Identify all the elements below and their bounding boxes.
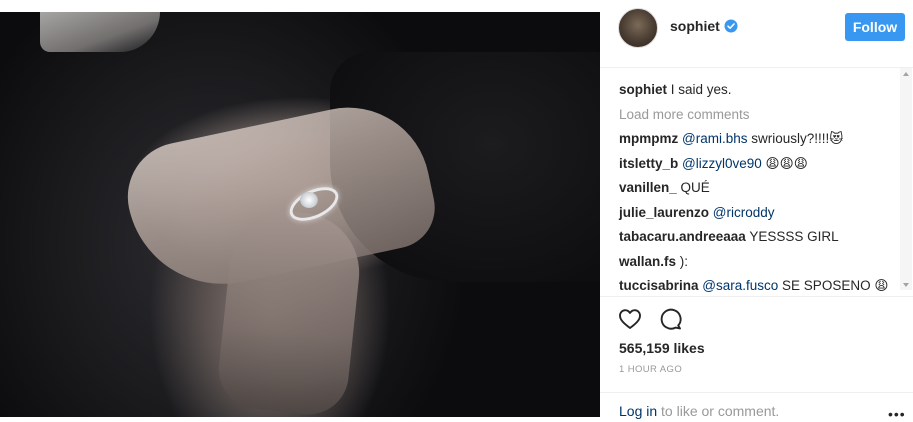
comment-username[interactable]: tuccisabrina xyxy=(619,278,699,293)
comment-text: ): xyxy=(679,253,689,269)
post-side-panel: sophiet Follow sophiet I said yes. Load … xyxy=(600,0,913,422)
load-more-comments[interactable]: Load more comments xyxy=(619,103,899,128)
comment-username[interactable]: itsletty_b xyxy=(619,156,678,171)
comment-mention[interactable]: @ricroddy xyxy=(713,205,775,220)
comment-text: swriously?!!!!😻 xyxy=(751,131,844,146)
comment-bubble-icon[interactable] xyxy=(659,307,683,331)
scroll-down-arrow-icon[interactable] xyxy=(903,283,909,287)
comment-mention[interactable]: @rami.bhs xyxy=(682,131,747,146)
comment-text: YESSSS GIRL xyxy=(749,229,839,244)
photo-shirt-area xyxy=(40,12,160,52)
comment-item: itsletty_b @lizzyl0ve90 😩😩😩 xyxy=(619,152,899,177)
comment-text: QUÉ xyxy=(680,180,710,195)
heart-icon[interactable] xyxy=(618,307,642,331)
caption-username[interactable]: sophiet xyxy=(619,82,667,97)
comment-text: SE SPOSENO 😩 xyxy=(782,278,889,293)
comment-username[interactable]: mpmpmz xyxy=(619,131,678,146)
comment-mention[interactable]: @lizzyl0ve90 xyxy=(682,156,762,171)
login-bar: Log in to like or comment. ••• xyxy=(600,392,913,422)
photo-ring-stone xyxy=(300,192,318,208)
comment-item: tuccisabrina @sara.fusco SE SPOSENO 😩 xyxy=(619,274,899,299)
comments-list: sophiet I said yes. Load more comments m… xyxy=(619,78,899,299)
comment-item: vanillen_ QUÉ xyxy=(619,176,899,201)
comment-text: 😩😩😩 xyxy=(765,155,808,171)
comment-item: wallan.fs ): xyxy=(619,250,899,275)
comment-item: julie_laurenzo @ricroddy xyxy=(619,201,899,226)
action-bar xyxy=(600,296,913,330)
comment-username[interactable]: wallan.fs xyxy=(619,254,676,269)
header-username[interactable]: sophiet xyxy=(670,18,720,34)
caption: sophiet I said yes. xyxy=(619,78,899,103)
follow-button[interactable]: Follow xyxy=(845,13,905,41)
comment-item: mpmpmz @rami.bhs swriously?!!!!😻 xyxy=(619,127,899,152)
comment-item: tabacaru.andreeaaa YESSSS GIRL xyxy=(619,225,899,250)
scroll-up-arrow-icon[interactable] xyxy=(903,72,909,76)
verified-badge-icon xyxy=(724,19,738,33)
comment-mention[interactable]: @sara.fusco xyxy=(702,278,778,293)
avatar[interactable] xyxy=(618,8,658,48)
more-options-icon[interactable]: ••• xyxy=(888,406,906,422)
comment-username[interactable]: julie_laurenzo xyxy=(619,205,709,220)
comments-scrollbar[interactable] xyxy=(900,68,912,290)
post-photo[interactable] xyxy=(0,12,600,419)
caption-text: I said yes. xyxy=(670,82,732,97)
post-header: sophiet Follow xyxy=(600,0,913,68)
comment-username[interactable]: tabacaru.andreeaaa xyxy=(619,229,746,244)
post-timestamp[interactable]: 1 HOUR AGO xyxy=(619,364,682,375)
likes-count[interactable]: 565,159 likes xyxy=(619,340,705,356)
comment-username[interactable]: vanillen_ xyxy=(619,180,677,195)
